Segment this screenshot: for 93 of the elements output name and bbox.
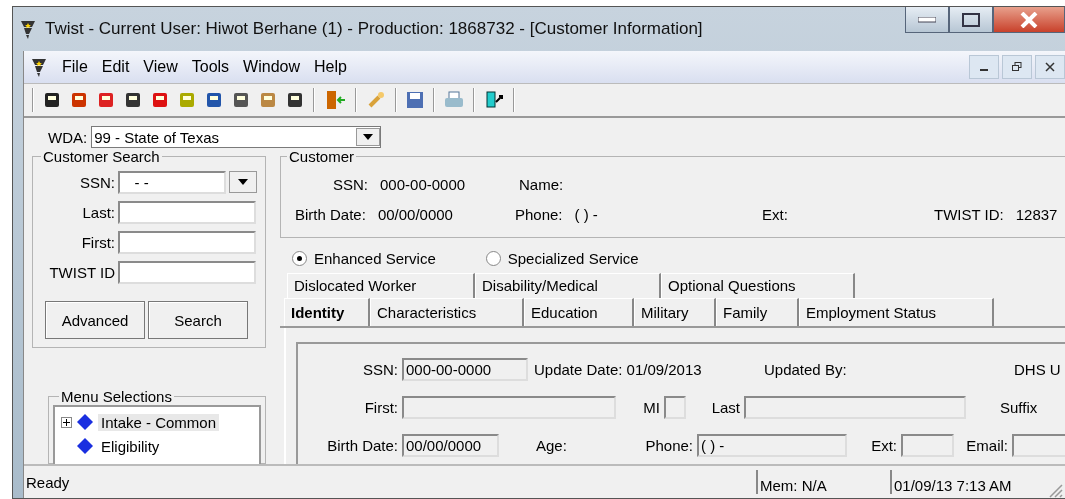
- restore-icon: [1012, 62, 1022, 72]
- info-label: TWIST ID:: [934, 205, 1004, 223]
- wda-label: WDA:: [48, 128, 88, 146]
- diamond-icon: [76, 413, 94, 431]
- menu-item[interactable]: Help: [314, 58, 347, 76]
- tab[interactable]: Characteristics: [370, 297, 524, 326]
- menu-item[interactable]: Tools: [191, 58, 230, 76]
- search-form-button[interactable]: Advanced: [45, 301, 145, 339]
- input-field[interactable]: [118, 260, 256, 284]
- close-icon: [1020, 11, 1038, 28]
- resize-grip-icon[interactable]: [1047, 482, 1063, 498]
- tree-item[interactable]: Eligibility: [98, 437, 163, 455]
- group-title: Customer: [288, 148, 356, 165]
- field-label: Email:: [965, 436, 1008, 454]
- input-field[interactable]: [1012, 433, 1065, 457]
- dropdown-button[interactable]: [356, 128, 381, 146]
- field-label: Ext:: [870, 436, 897, 454]
- info-value: 000-00-0000: [380, 175, 466, 193]
- tab[interactable]: Military: [634, 297, 716, 326]
- maximize-icon: [962, 12, 980, 27]
- info-value: 12837: [1015, 205, 1058, 223]
- close-button[interactable]: [1035, 55, 1065, 79]
- field-label: SSN:: [79, 173, 115, 191]
- tab[interactable]: Dislocated Worker: [287, 273, 475, 298]
- input-field[interactable]: [744, 395, 966, 419]
- info-label: Age:: [536, 436, 567, 454]
- input-field[interactable]: 000-00-0000: [402, 357, 528, 381]
- maximize-button[interactable]: [949, 7, 993, 33]
- window-title: Twist - Current User: Hiwot Berhane (1) - Production: 1868732 - [Customer Information]: [45, 19, 703, 39]
- restore-button[interactable]: [1002, 55, 1032, 79]
- minimize-button[interactable]: [905, 7, 949, 33]
- field-label: First:: [80, 233, 115, 251]
- exit-door-icon[interactable]: [484, 90, 504, 110]
- field-label: Last: [710, 398, 740, 416]
- field-label: Birth Date:: [326, 436, 398, 454]
- input-field[interactable]: [118, 230, 256, 254]
- datetime-status: 01/09/13 7:13 AM: [890, 470, 1044, 494]
- field-label: Last:: [81, 203, 115, 221]
- info-label: Phone:: [515, 205, 563, 223]
- tree-item[interactable]: Intake - Common: [98, 413, 220, 431]
- info-value: 00/00/0000: [377, 205, 453, 223]
- search-form-button[interactable]: Search: [148, 301, 248, 339]
- tab[interactable]: Education: [524, 297, 634, 326]
- radio-label: Specialized Service: [507, 250, 639, 267]
- field-label: First:: [363, 398, 398, 416]
- input-field[interactable]: ( ) -: [697, 433, 847, 457]
- caret-icon: [363, 134, 374, 140]
- menu-item[interactable]: File: [62, 58, 88, 76]
- info-label: Ext:: [762, 205, 788, 223]
- info-label: Birth Date:: [295, 205, 366, 223]
- info-value: ( ) -: [574, 205, 598, 223]
- info-label: SSN:: [333, 175, 368, 193]
- tab[interactable]: Identity: [284, 297, 370, 326]
- field-label: Phone:: [644, 436, 693, 454]
- memory-status: Mem: N/A: [756, 470, 890, 494]
- field-label: MI: [642, 398, 660, 416]
- info-label: Updated By:: [764, 360, 847, 378]
- info-label: Name:: [519, 175, 564, 193]
- expand-icon[interactable]: [61, 416, 72, 428]
- close-button[interactable]: [993, 7, 1065, 33]
- input-field[interactable]: [402, 395, 616, 419]
- caret-icon: [238, 179, 248, 185]
- minimize-icon: [918, 16, 936, 23]
- info-label: Update Date: 01/09/2013: [534, 360, 702, 378]
- group-title: Customer Search: [42, 148, 161, 165]
- group-title: Menu Selections: [60, 388, 173, 405]
- dropdown-button[interactable]: [229, 171, 257, 193]
- tab[interactable]: Employment Status: [799, 297, 994, 326]
- tab[interactable]: Disability/Medical: [475, 273, 661, 298]
- menu-item[interactable]: Window: [243, 58, 300, 76]
- diamond-icon: [76, 437, 94, 455]
- input-field[interactable]: [118, 200, 256, 224]
- minimize-button[interactable]: [969, 55, 999, 79]
- input-field[interactable]: [901, 433, 954, 457]
- input-field[interactable]: [664, 395, 686, 419]
- field-label: TWIST ID: [48, 263, 115, 281]
- save-icon[interactable]: [406, 91, 424, 109]
- radio-button[interactable]: [292, 251, 307, 266]
- tab[interactable]: Family: [716, 297, 799, 326]
- close-icon: [1045, 62, 1055, 72]
- ssn-input[interactable]: - -: [118, 170, 226, 194]
- input-field[interactable]: 00/00/0000: [402, 433, 499, 457]
- info-label: DHS U: [1014, 360, 1061, 378]
- tab[interactable]: Optional Questions: [661, 273, 855, 298]
- menu-item[interactable]: Edit: [101, 58, 130, 76]
- menu-item[interactable]: View: [143, 58, 178, 76]
- door-icon[interactable]: [324, 90, 346, 110]
- radio-button[interactable]: [485, 251, 501, 266]
- info-label: Suffix: [1000, 398, 1038, 416]
- wda-dropdown[interactable]: 99 - State of Texas: [91, 126, 382, 148]
- field-label: SSN:: [362, 360, 398, 378]
- status-message: Ready: [25, 473, 71, 491]
- radio-label: Enhanced Service: [314, 250, 436, 267]
